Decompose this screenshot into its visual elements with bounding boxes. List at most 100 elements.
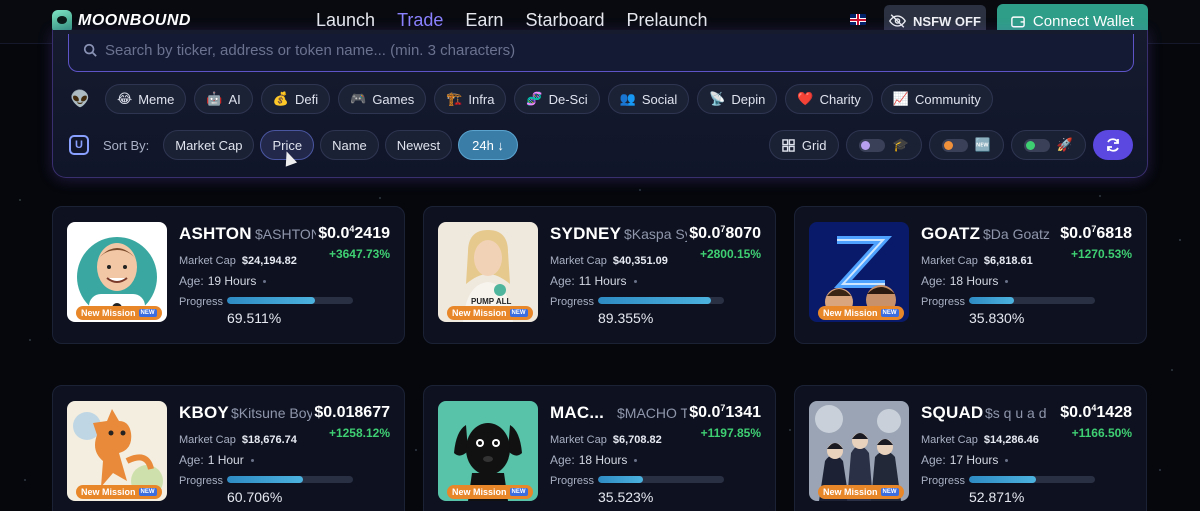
category-desci[interactable]: 🧬 De-Sci [514,84,600,114]
market-cap-value: $14,286.46 [983,434,1039,446]
token-price: $0.078070 [687,224,761,243]
category-depin[interactable]: 📡 Depin [697,84,778,114]
age-label: Age: [921,274,946,288]
progress-fill [969,297,1015,304]
nav-launch[interactable]: Launch [316,10,375,31]
price-lead: $0.0 [689,404,721,421]
market-cap-label: Market Cap [550,434,607,446]
money-bag-icon: 💰 [272,91,289,106]
category-charity[interactable]: ❤️ Charity [785,84,873,114]
sort-name[interactable]: Name [320,130,379,160]
new-badge: NEW [138,488,157,496]
robot-icon: 🤖 [206,91,223,106]
category-label: Charity [819,91,861,107]
token-ticker: $Kitsune Boy [231,405,314,421]
toggle-switch [941,138,968,152]
token-grid: New Mission NEW ASHTON $ASHTON $0.042419 … [52,206,1148,511]
market-cap-value: $40,351.09 [612,255,668,267]
refresh-icon [1107,138,1119,152]
token-name: KBOY [179,403,229,422]
new-badge-icon: 🆕 [974,137,991,152]
nav-starboard[interactable]: Starboard [525,10,604,31]
token-price: $0.076818 [1058,224,1132,243]
price-lead: $0.0 [318,225,350,242]
search-icon [83,43,97,57]
token-card[interactable]: New Mission NEW ASHTON $ASHTON $0.042419 … [52,206,405,344]
category-label: Community [914,91,981,107]
search-input[interactable]: Search by ticker, address or token name.… [68,34,1134,72]
market-cap-label: Market Cap [179,255,236,267]
progress-bar [969,476,1095,483]
category-meme[interactable]: 😂 Meme [105,84,187,114]
new-mission-badge: New Mission NEW [76,306,162,320]
sort-period-24h[interactable]: 24h ↓ [458,130,518,160]
nsfw-label: NSFW OFF [913,13,981,29]
age-value: 18 Hours [578,453,628,467]
progress-percent: 35.830% [969,310,1025,326]
price-lead: $0.0 [1060,404,1092,421]
category-defi[interactable]: 💰 Defi [260,84,331,114]
category-community[interactable]: 📈 Community [880,84,993,114]
main-nav: Launch Trade Earn Starboard Prelaunch [316,10,708,31]
new-filter-toggle[interactable]: 🆕 [928,130,1004,160]
nav-earn[interactable]: Earn [465,10,503,31]
token-card[interactable]: PUMP ALL New Mission NEW SYDNEY $Kaspa Sy… [423,206,776,344]
mission-label: New Mission [823,487,878,497]
language-uk-flag-icon[interactable] [850,14,866,25]
rocket-icon: 🚀 [1056,137,1073,152]
category-infra[interactable]: 🏗️ Infra [434,84,507,114]
token-card[interactable]: New Mission NEW KBOY $Kitsune Boy $0.0186… [52,385,405,511]
progress-label: Progress [179,296,224,308]
price-change: +1197.85% [700,426,761,440]
age-value: 1 Hour [207,453,244,467]
age-row: Age: 1 Hour [179,453,254,467]
market-cap-row: Market Cap $40,351.09 [550,255,668,267]
token-name: SYDNEY [550,224,622,243]
sort-newest[interactable]: Newest [384,130,453,160]
nav-trade[interactable]: Trade [397,10,443,31]
token-price: $0.018677 [312,403,390,422]
age-label: Age: [550,453,575,467]
toggle-knob [1025,140,1035,150]
token-image: New Mission NEW [809,401,909,501]
category-label: Social [641,91,678,107]
category-label: Meme [138,91,175,107]
sort-market-cap[interactable]: Market Cap [163,130,255,160]
new-badge: NEW [880,488,899,496]
category-games[interactable]: 🎮 Games [338,84,427,114]
new-badge: NEW [509,488,528,496]
token-card[interactable]: New Mission NEW MAC... $MACHO THE $0.0713… [423,385,776,511]
category-ai[interactable]: 🤖 AI [194,84,253,114]
token-price: $0.041428 [1058,403,1132,422]
token-ticker: $s q u a d [985,405,1047,421]
gamepad-icon: 🎮 [350,91,367,106]
grid-label: Grid [801,137,827,153]
logo[interactable]: MOONBOUND [52,10,191,32]
token-image: New Mission NEW [438,401,538,501]
progress-label: Progress [921,296,966,308]
sort-brand-icon: U [69,135,89,155]
token-card[interactable]: New Mission NEW GOATZ $Da Goatz $0.076818… [794,206,1147,344]
toggle-knob [861,140,871,150]
new-mission-badge: New Mission NEW [818,485,904,499]
progress-label: Progress [921,475,966,487]
progress-fill [598,476,643,483]
status-dot [634,459,638,462]
market-cap-label: Market Cap [921,434,978,446]
market-cap-value: $6,818.61 [983,255,1033,267]
status-dot [1005,280,1009,283]
refresh-button[interactable] [1093,130,1133,160]
rocket-filter-toggle[interactable]: 🚀 [1010,130,1086,160]
graduated-filter-toggle[interactable]: 🎓 [846,130,922,160]
category-label: Depin [731,91,766,107]
search-placeholder: Search by ticker, address or token name.… [105,42,516,59]
nav-prelaunch[interactable]: Prelaunch [627,10,708,31]
token-card[interactable]: New Mission NEW SQUAD $s q u a d $0.04142… [794,385,1147,511]
category-social[interactable]: 👥 Social [607,84,690,114]
market-cap-value: $18,676.74 [241,434,297,446]
grid-view-button[interactable]: Grid [768,130,840,160]
progress-label: Progress [179,475,224,487]
price-change: +2800.15% [699,247,761,261]
mission-label: New Mission [823,308,878,318]
dna-icon: 🧬 [526,91,543,106]
